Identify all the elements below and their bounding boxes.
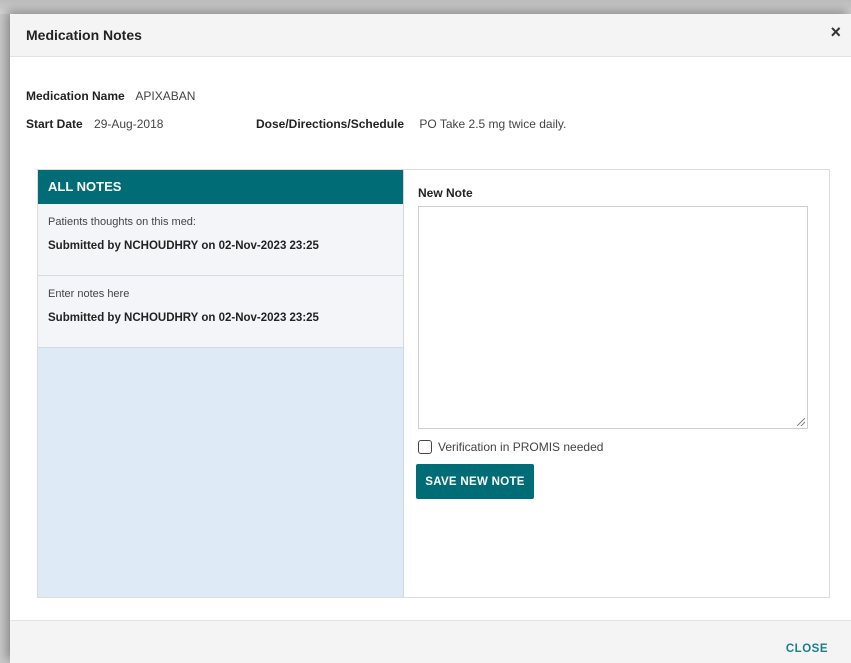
verification-row: Verification in PROMIS needed (418, 440, 603, 454)
start-date-label: Start Date (26, 117, 83, 131)
note-submitted-by: Submitted by NCHOUDHRY on 02-Nov-2023 23… (48, 240, 319, 252)
note-submitted-by: Submitted by NCHOUDHRY on 02-Nov-2023 23… (48, 312, 319, 324)
close-icon[interactable]: × (830, 23, 841, 41)
dialog-header: Medication Notes × (10, 14, 851, 57)
note-item[interactable]: Enter notes here Submitted by NCHOUDHRY … (38, 276, 403, 348)
dose-label: Dose/Directions/Schedule (256, 117, 405, 131)
new-note-textarea[interactable] (418, 206, 808, 429)
dialog-footer: CLOSE (10, 620, 851, 663)
verification-checkbox[interactable] (418, 440, 432, 454)
save-new-note-button[interactable]: SAVE NEW NOTE (416, 464, 534, 499)
notes-panel: ALL NOTES Patients thoughts on this med:… (37, 169, 830, 598)
verification-label[interactable]: Verification in PROMIS needed (438, 440, 603, 454)
start-date-value: 29-Aug-2018 (94, 117, 164, 131)
note-text: Patients thoughts on this med: (48, 216, 196, 228)
note-text: Enter notes here (48, 288, 130, 300)
all-notes-list: ALL NOTES Patients thoughts on this med:… (38, 170, 404, 597)
medication-name-label: Medication Name (26, 89, 125, 103)
dose-value: PO Take 2.5 mg twice daily. (419, 117, 567, 131)
medication-notes-dialog: Medication Notes × Medication Name APIXA… (10, 14, 851, 663)
dialog-title: Medication Notes (26, 27, 142, 43)
dose-row: Dose/Directions/Schedule PO Take 2.5 mg … (256, 117, 566, 131)
new-note-label: New Note (418, 186, 473, 200)
medication-name-row: Medication Name APIXABAN (26, 89, 195, 103)
note-item[interactable]: Patients thoughts on this med: Submitted… (38, 204, 403, 276)
start-date-row: Start Date 29-Aug-2018 (26, 117, 163, 131)
close-button[interactable]: CLOSE (786, 643, 828, 655)
all-notes-header: ALL NOTES (38, 170, 403, 204)
backdrop (0, 0, 851, 14)
medication-name-value: APIXABAN (135, 89, 196, 103)
resize-grip-icon[interactable] (797, 418, 805, 426)
new-note-section: New Note Verification in PROMIS needed S… (416, 170, 818, 597)
